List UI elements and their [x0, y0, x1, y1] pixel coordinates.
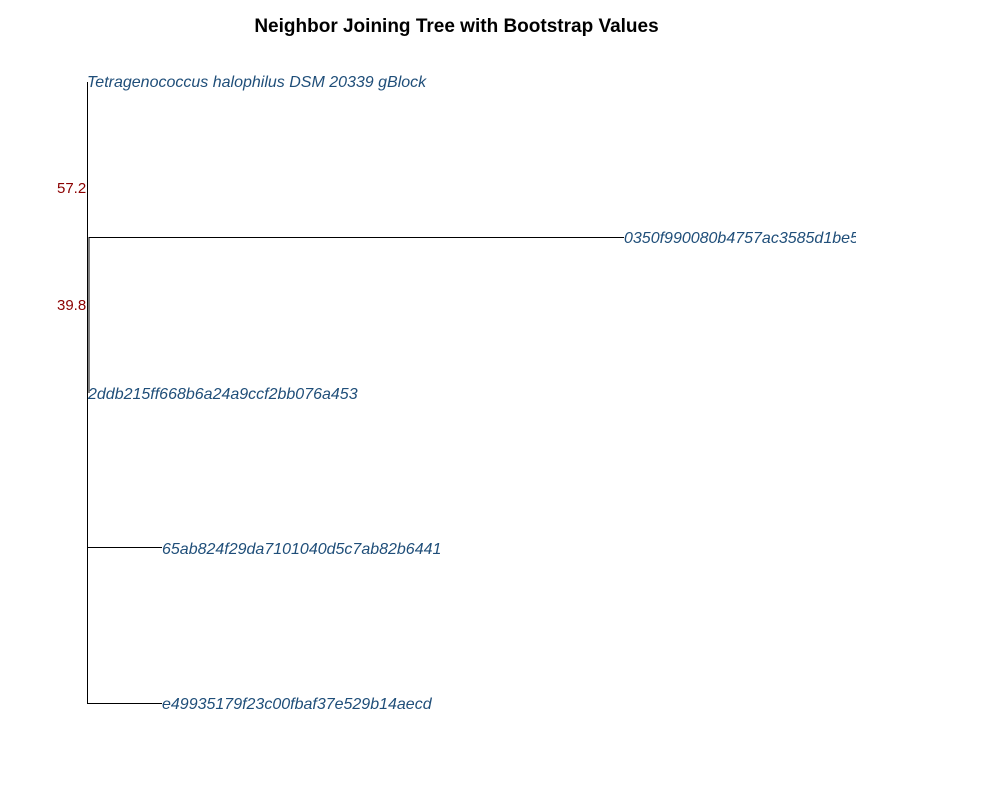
tip-label: 2ddb215ff668b6a24a9ccf2bb076a453	[87, 386, 358, 403]
tip-labels: Tetragenococcus halophilus DSM 20339 gBl…	[87, 74, 859, 713]
tip-label: 65ab824f29da7101040d5c7ab82b6441	[162, 541, 441, 558]
tip-label: Tetragenococcus halophilus DSM 20339 gBl…	[87, 74, 427, 91]
bootstrap-label: 57.2	[57, 180, 86, 197]
tip-label: e49935179f23c00fbaf37e529b14aecd	[162, 696, 433, 713]
tip-label: 0350f990080b4757ac3585d1be5	[624, 230, 859, 247]
bootstrap-label: 39.8	[57, 297, 86, 314]
phylogenetic-tree: Tetragenococcus halophilus DSM 20339 gBl…	[57, 74, 859, 713]
bootstrap-labels: 57.2 39.8	[57, 180, 86, 314]
tree-figure: Neighbor Joining Tree with Bootstrap Val…	[0, 0, 1000, 800]
